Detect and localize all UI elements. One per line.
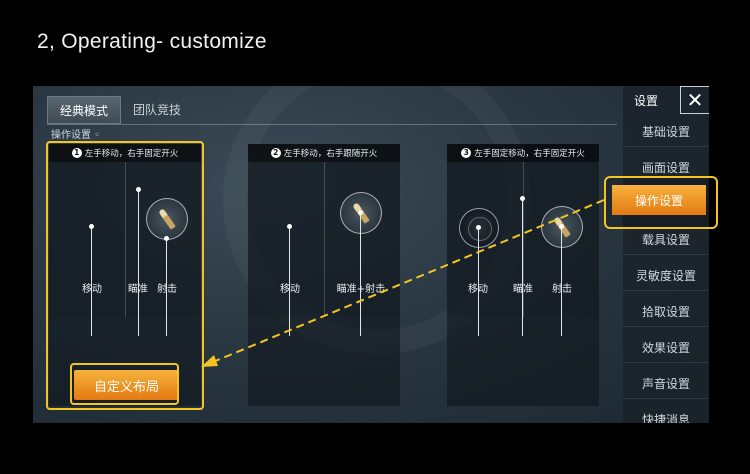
tab-classic-mode[interactable]: 经典模式: [47, 96, 121, 124]
fire-dot: [559, 224, 564, 229]
mode-tabs: 经典模式 团队竞技: [47, 96, 193, 124]
aim-dot: [520, 196, 525, 201]
scheme-2-title: 左手移动，右手跟随开火: [283, 149, 378, 159]
scheme-3-title: 左手固定移动，右手固定开火: [474, 149, 585, 159]
aim-fire-line: [360, 212, 361, 336]
section-label: 操作设置 ◦: [51, 130, 101, 141]
move-dot: [476, 225, 481, 230]
page-title: 2, Operating- customize: [37, 30, 267, 53]
aim-line: [522, 198, 523, 336]
sidebar-item-effects[interactable]: 效果设置: [623, 332, 709, 362]
aim-fire-dot: [358, 210, 363, 215]
sidebar-item-sensitivity[interactable]: 灵敏度设置: [623, 260, 709, 290]
label-fire: 射击: [552, 284, 572, 295]
scheme-number-badge: 2: [270, 148, 281, 158]
scheme-2-header: 2 左手移动，右手跟随开火: [248, 144, 400, 162]
custom-button-highlight: [70, 363, 179, 405]
move-dot: [287, 224, 292, 229]
label-aim: 瞄准: [513, 284, 533, 295]
tab-team-deathmatch[interactable]: 团队竞技: [121, 96, 193, 122]
control-scheme-3[interactable]: 3 左手固定移动，右手固定开火 移动 瞄准 射击: [447, 144, 599, 406]
sidebar-item-pickup[interactable]: 拾取设置: [623, 296, 709, 326]
game-settings-screen: 经典模式 团队竞技 操作设置 ◦ 1 左手移动，右手固定开火 移动 瞄准 射击 …: [33, 86, 709, 423]
tab-divider: [47, 124, 617, 125]
sidebar-item-basic[interactable]: 基础设置: [623, 116, 709, 146]
sidebar-title: 设置: [634, 94, 659, 108]
scheme-number-badge: 3: [461, 148, 472, 158]
menu-divider: [623, 398, 709, 399]
sidebar-item-quick-message[interactable]: 快捷消息: [623, 404, 709, 424]
close-icon[interactable]: ✕: [680, 86, 709, 114]
scheme-3-header: 3 左手固定移动，右手固定开火: [447, 144, 599, 162]
label-move: 移动: [280, 284, 300, 295]
label-move: 移动: [468, 284, 488, 295]
preview-divider: [324, 162, 325, 317]
label-aim-fire: 瞄准+射击: [336, 284, 386, 295]
sidebar-item-controls[interactable]: 操作设置: [612, 185, 706, 215]
menu-divider: [623, 254, 709, 255]
menu-divider: [623, 326, 709, 327]
menu-divider: [623, 146, 709, 147]
menu-divider: [623, 362, 709, 363]
sidebar-item-sound[interactable]: 声音设置: [623, 368, 709, 398]
control-scheme-2[interactable]: 2 左手移动，右手跟随开火 移动 瞄准+射击: [248, 144, 400, 406]
menu-divider: [623, 290, 709, 291]
